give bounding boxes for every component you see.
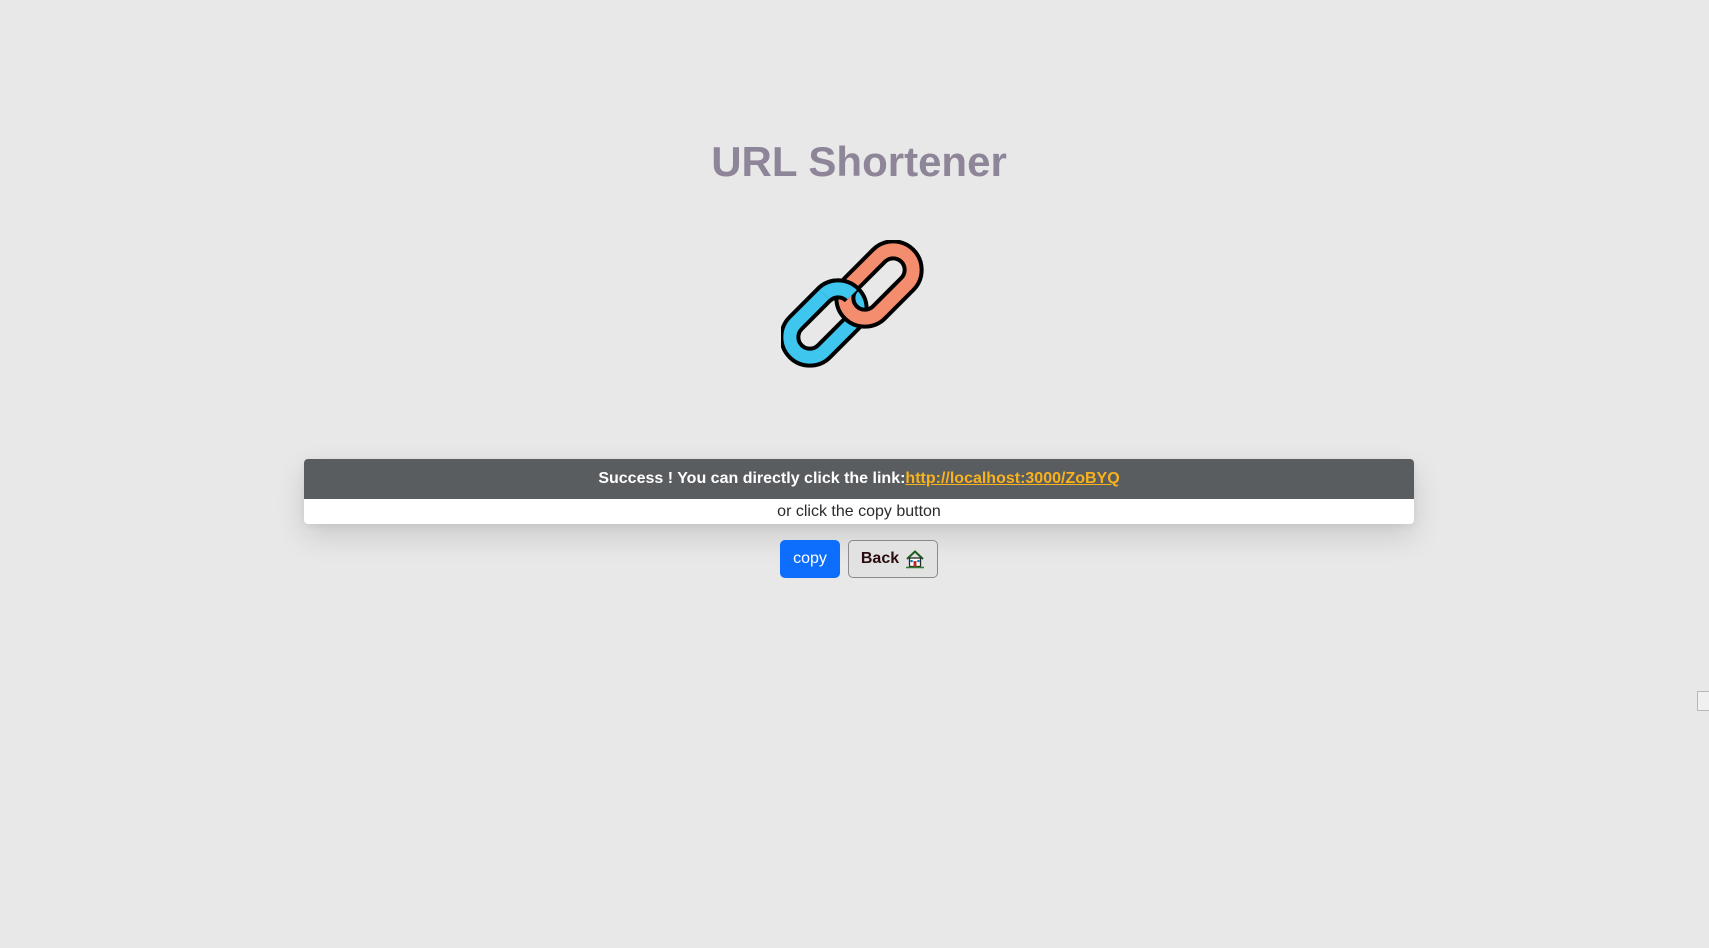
back-label: Back <box>860 550 900 567</box>
short-url-link[interactable]: http://localhost:3000/ZoBYQ <box>905 470 1119 487</box>
page-title: URL Shortener <box>711 138 1007 185</box>
success-banner: Success ! You can directly click the lin… <box>304 459 1414 499</box>
home-icon <box>905 549 925 569</box>
page: URL Shortener Success ! You can directly… <box>0 0 1709 948</box>
back-button[interactable]: Back <box>848 540 938 578</box>
chain-link-icon <box>779 239 937 396</box>
success-text: Success ! You can directly click the lin… <box>598 470 906 487</box>
side-widget-tab[interactable] <box>1697 691 1709 711</box>
copy-button[interactable]: copy <box>780 540 840 578</box>
action-buttons: copy Back <box>780 540 938 578</box>
copy-hint: or click the copy button <box>777 503 941 520</box>
result-card: Success ! You can directly click the lin… <box>304 459 1414 524</box>
